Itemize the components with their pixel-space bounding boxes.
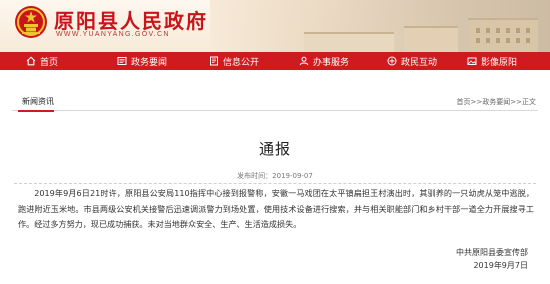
national-emblem-icon[interactable] <box>14 5 48 39</box>
site-url: WWW.YUANYANG.GOV.CN <box>56 31 170 38</box>
banner-building <box>304 32 394 52</box>
breadcrumb-section-link[interactable]: 政务要闻 <box>482 98 510 106</box>
banner-building <box>468 18 538 52</box>
info-icon <box>209 56 219 66</box>
site-header: 原阳县人民政府 WWW.YUANYANG.GOV.CN <box>0 0 550 52</box>
nav-item-home[interactable]: 首页 <box>26 52 58 70</box>
nav-item-interaction[interactable]: 政民互动 <box>387 52 437 70</box>
section-heading: 新闻资讯 <box>22 97 54 106</box>
nav-item-image[interactable]: 影像原阳 <box>467 52 517 70</box>
service-icon <box>299 56 309 66</box>
interaction-icon <box>387 56 397 66</box>
article-divider <box>14 183 536 184</box>
section-heading-underline <box>18 110 54 112</box>
article-date: 发布时间：2019-09-07 <box>237 172 313 180</box>
nav-item-service[interactable]: 办事服务 <box>299 52 349 70</box>
article-body: 2019年9月6日21时许，原阳县公安局110指挥中心接到报警称，安徽一马戏团在… <box>18 188 534 229</box>
nav-item-info[interactable]: 信息公开 <box>209 52 259 70</box>
article-signer: 中共原阳县委宣传部 <box>456 248 528 257</box>
home-icon <box>26 56 36 66</box>
breadcrumb-home-link[interactable]: 首页 <box>457 98 471 106</box>
breadcrumb-current: 正文 <box>522 98 536 106</box>
image-icon <box>467 56 477 66</box>
nav-item-label: 信息公开 <box>223 57 260 68</box>
article-signature: 中共原阳县委宣传部 2019年9月7日 <box>456 246 528 272</box>
header-banner-photo <box>210 0 550 52</box>
nav-item-label: 政务要闻 <box>131 57 168 68</box>
site-title[interactable]: 原阳县人民政府 <box>54 5 208 34</box>
breadcrumb-separator: >> <box>470 98 483 106</box>
banner-building <box>404 26 458 52</box>
nav-item-label: 办事服务 <box>313 57 350 68</box>
main-nav: 首页 政务要闻 信息公开 办事服务 政民互动 影像原阳 <box>0 52 550 70</box>
nav-item-label: 首页 <box>40 57 59 68</box>
news-icon <box>117 56 127 66</box>
nav-item-label: 影像原阳 <box>481 57 518 68</box>
nav-item-label: 政民互动 <box>401 57 438 68</box>
breadcrumb: 首页>>政务要闻>>正文 <box>457 97 536 107</box>
article-sign-date: 2019年9月7日 <box>473 261 528 270</box>
breadcrumb-separator: >> <box>510 98 522 106</box>
nav-item-news[interactable]: 政务要闻 <box>117 52 167 70</box>
article-title: 通报 <box>258 140 291 158</box>
